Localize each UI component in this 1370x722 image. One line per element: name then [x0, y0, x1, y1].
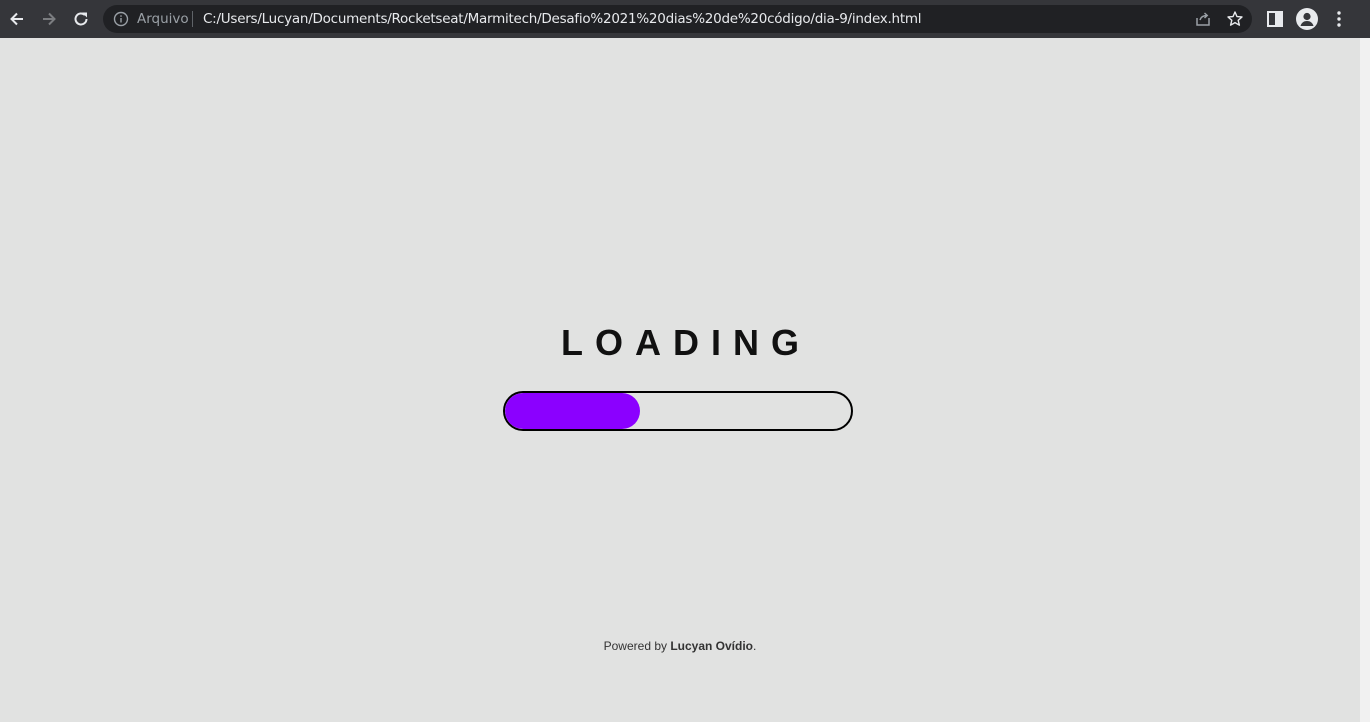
kebab-menu-icon	[1337, 11, 1341, 27]
footer-prefix: Powered by	[603, 639, 671, 653]
progress-bar	[503, 391, 853, 431]
address-bar[interactable]: Arquivo C:/Users/Lucyan/Documents/Rocket…	[103, 5, 1252, 33]
scrollbar-track[interactable]	[1360, 38, 1370, 722]
share-button[interactable]	[1193, 9, 1213, 29]
side-panel-icon	[1267, 11, 1283, 27]
footer-credit: Powered by Lucyan Ovídio.	[0, 639, 1360, 653]
browser-toolbar: Arquivo C:/Users/Lucyan/Documents/Rocket…	[0, 0, 1370, 38]
footer-suffix: .	[753, 639, 757, 653]
bookmark-button[interactable]	[1225, 9, 1245, 29]
reload-button[interactable]	[65, 3, 97, 35]
reload-icon	[74, 12, 88, 26]
author-name: Lucyan Ovídio	[670, 639, 754, 653]
page-viewport: LOADING Powered by Lucyan Ovídio.	[0, 38, 1360, 722]
url-text[interactable]: C:/Users/Lucyan/Documents/Rocketseat/Mar…	[203, 11, 922, 27]
file-scheme-label: Arquivo	[137, 11, 189, 27]
info-icon[interactable]	[113, 11, 129, 27]
side-panel-button[interactable]	[1263, 7, 1287, 31]
star-icon	[1227, 11, 1243, 26]
progress-fill	[505, 393, 640, 429]
share-icon	[1196, 12, 1210, 26]
profile-icon	[1300, 12, 1314, 26]
forward-arrow-icon	[43, 12, 56, 26]
loading-title: LOADING	[561, 322, 811, 363]
profile-button[interactable]	[1296, 8, 1318, 30]
back-button[interactable]	[1, 3, 33, 35]
forward-button[interactable]	[33, 3, 65, 35]
back-arrow-icon	[10, 12, 23, 26]
menu-button[interactable]	[1327, 7, 1351, 31]
omnibox-divider	[192, 11, 193, 27]
